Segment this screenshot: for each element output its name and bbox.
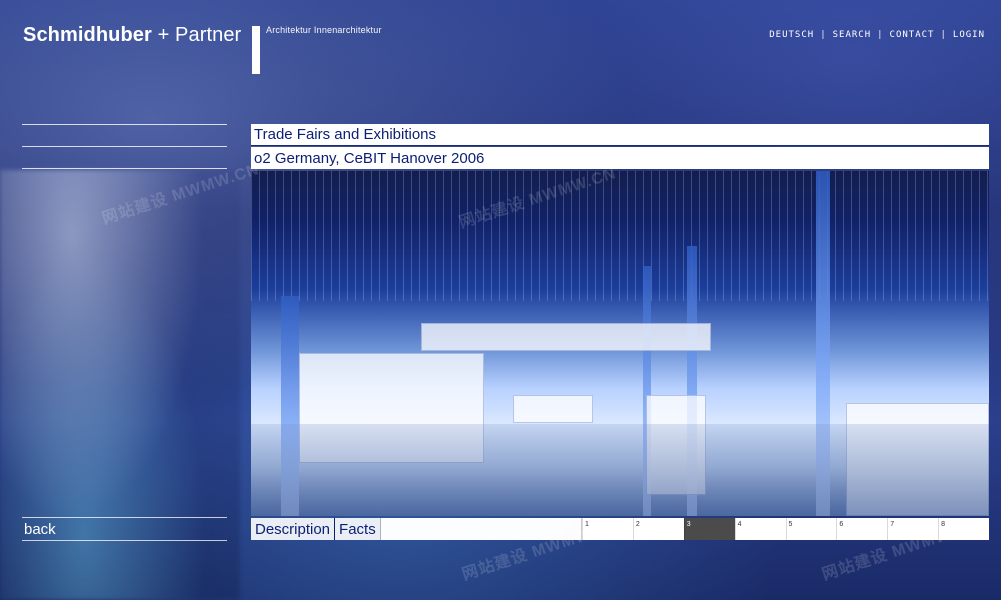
sidebar-lines: [22, 124, 227, 190]
sidebar-line: [22, 146, 227, 147]
tab-description[interactable]: Description: [251, 518, 336, 540]
detail-tabs: Description Facts 1 2 3 4 5 6 7 8: [251, 518, 989, 540]
tabs-spacer: [380, 518, 582, 540]
exhibition-floor: [251, 424, 989, 516]
brand-wordmark[interactable]: Schmidhuber + Partner: [23, 24, 241, 47]
sidebar-line: [22, 124, 227, 125]
nav-separator: |: [877, 30, 884, 40]
section-title: Trade Fairs and Exhibitions: [251, 124, 989, 146]
pager-page-1[interactable]: 1: [582, 518, 633, 540]
watermark-han: 网站建设: [820, 546, 891, 584]
brand-plus: +: [157, 24, 170, 46]
ceiling-lights: [251, 171, 989, 301]
nav-deutsch[interactable]: DEUTSCH: [769, 30, 814, 40]
back-link[interactable]: back: [22, 517, 227, 541]
nav-contact[interactable]: CONTACT: [890, 30, 935, 40]
top-navigation: DEUTSCH | SEARCH | CONTACT | LOGIN: [769, 30, 985, 40]
project-image: [251, 171, 989, 516]
pager-page-5[interactable]: 5: [785, 518, 837, 540]
brand-name: Schmidhuber: [23, 24, 152, 46]
watermark-han: 网站建设: [460, 546, 531, 584]
sidebar-line: [22, 168, 227, 169]
main-content-panel: Trade Fairs and Exhibitions o2 Germany, …: [251, 124, 989, 540]
exhibition-stand: [421, 323, 711, 351]
tab-facts[interactable]: Facts: [335, 518, 381, 540]
pager-page-7[interactable]: 7: [887, 518, 938, 540]
tab-facts-label: Facts: [339, 520, 376, 538]
pager-page-8[interactable]: 8: [938, 518, 989, 540]
header-subtitle: Architektur Innenarchitektur: [266, 25, 382, 35]
tab-description-label: Description: [255, 520, 331, 538]
brand-partner: Partner: [175, 24, 242, 46]
nav-separator: |: [820, 30, 827, 40]
pager-page-2[interactable]: 2: [632, 518, 684, 540]
pager-page-3[interactable]: 3: [683, 518, 735, 540]
exhibition-stand: [513, 395, 593, 423]
pager-page-4[interactable]: 4: [734, 518, 786, 540]
back-label: back: [24, 520, 56, 538]
header-vertical-divider: [252, 26, 260, 74]
nav-search[interactable]: SEARCH: [833, 30, 872, 40]
image-pager: 1 2 3 4 5 6 7 8: [582, 518, 989, 540]
nav-login[interactable]: LOGIN: [953, 30, 985, 40]
nav-separator: |: [940, 30, 947, 40]
pager-page-6[interactable]: 6: [836, 518, 887, 540]
project-title: o2 Germany, CeBIT Hanover 2006: [251, 147, 989, 169]
